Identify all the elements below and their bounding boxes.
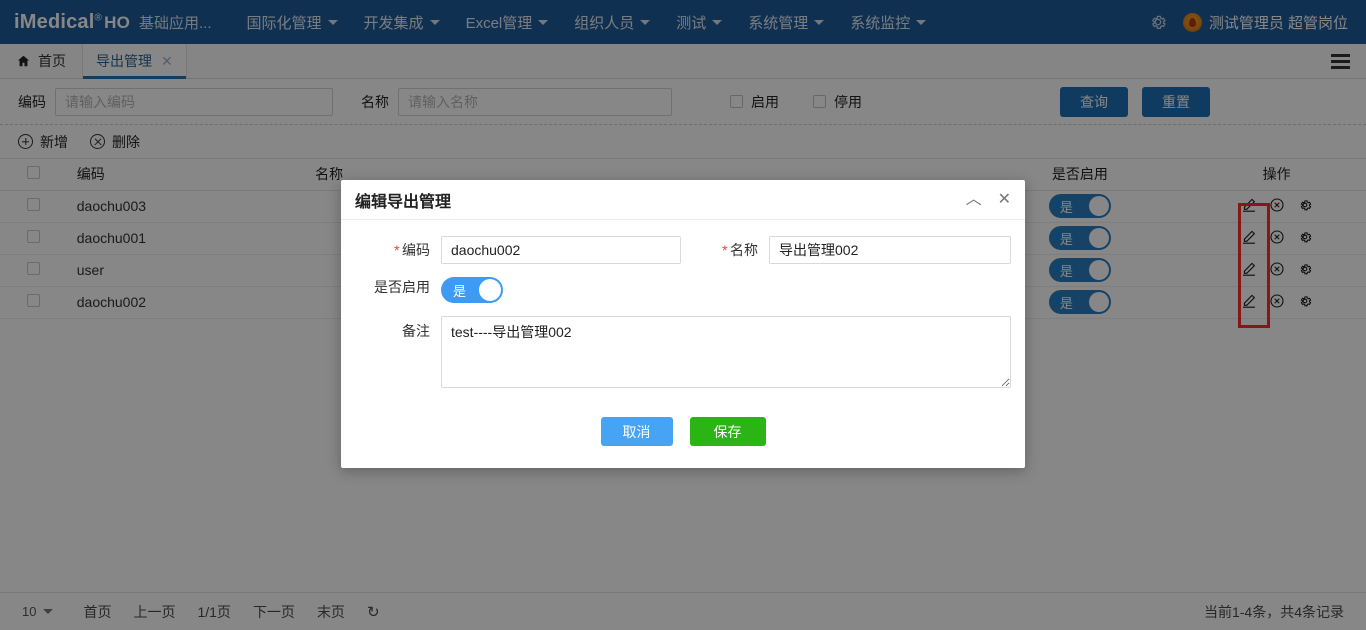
collapse-icon[interactable]: ︿ bbox=[966, 191, 982, 208]
dialog-title: 编辑导出管理 bbox=[355, 193, 452, 211]
field-code-label-text: 编码 bbox=[402, 242, 430, 258]
dialog-actions: ︿ ✕ bbox=[966, 191, 1011, 208]
dialog-footer: 取消 保存 bbox=[341, 411, 1025, 468]
dialog-header: 编辑导出管理 ︿ ✕ bbox=[341, 180, 1025, 220]
app-root: iMedical® HO 基础应用... 国际化管理 开发集成 Excel管理 组… bbox=[0, 0, 1366, 630]
field-name-label-text: 名称 bbox=[730, 242, 758, 258]
dialog-remark-textarea[interactable] bbox=[441, 316, 1011, 388]
save-button[interactable]: 保存 bbox=[689, 417, 766, 446]
dialog-row-remark: 备注 bbox=[353, 316, 1013, 388]
required-marker: * bbox=[721, 242, 727, 258]
field-name: * 名称 bbox=[713, 236, 1011, 264]
edit-export-dialog: 编辑导出管理 ︿ ✕ *编码 *名称 是否启用 是 bbox=[341, 180, 1025, 468]
cancel-button[interactable]: 取消 bbox=[600, 417, 673, 446]
dialog-name-input[interactable] bbox=[769, 236, 1011, 264]
field-code-label: * 编码 bbox=[353, 240, 441, 260]
field-remark-label: 备注 bbox=[402, 323, 430, 339]
close-icon[interactable]: ✕ bbox=[998, 191, 1011, 208]
required-marker: * bbox=[393, 242, 399, 258]
field-name-label: * 名称 bbox=[713, 240, 769, 260]
field-code: * 编码 bbox=[353, 236, 681, 264]
dialog-code-input[interactable] bbox=[441, 236, 681, 264]
dialog-row-enable: 是否启用 是 bbox=[353, 277, 1013, 303]
dialog-row-code-name: *编码 *名称 bbox=[353, 236, 1013, 264]
dialog-enable-toggle[interactable]: 是 bbox=[441, 277, 503, 303]
toggle-knob bbox=[479, 279, 501, 301]
field-enable-label: 是否启用 bbox=[374, 279, 430, 295]
toggle-label: 是 bbox=[453, 283, 467, 299]
dialog-body: *编码 *名称 是否启用 是 备注 bbox=[341, 220, 1025, 411]
